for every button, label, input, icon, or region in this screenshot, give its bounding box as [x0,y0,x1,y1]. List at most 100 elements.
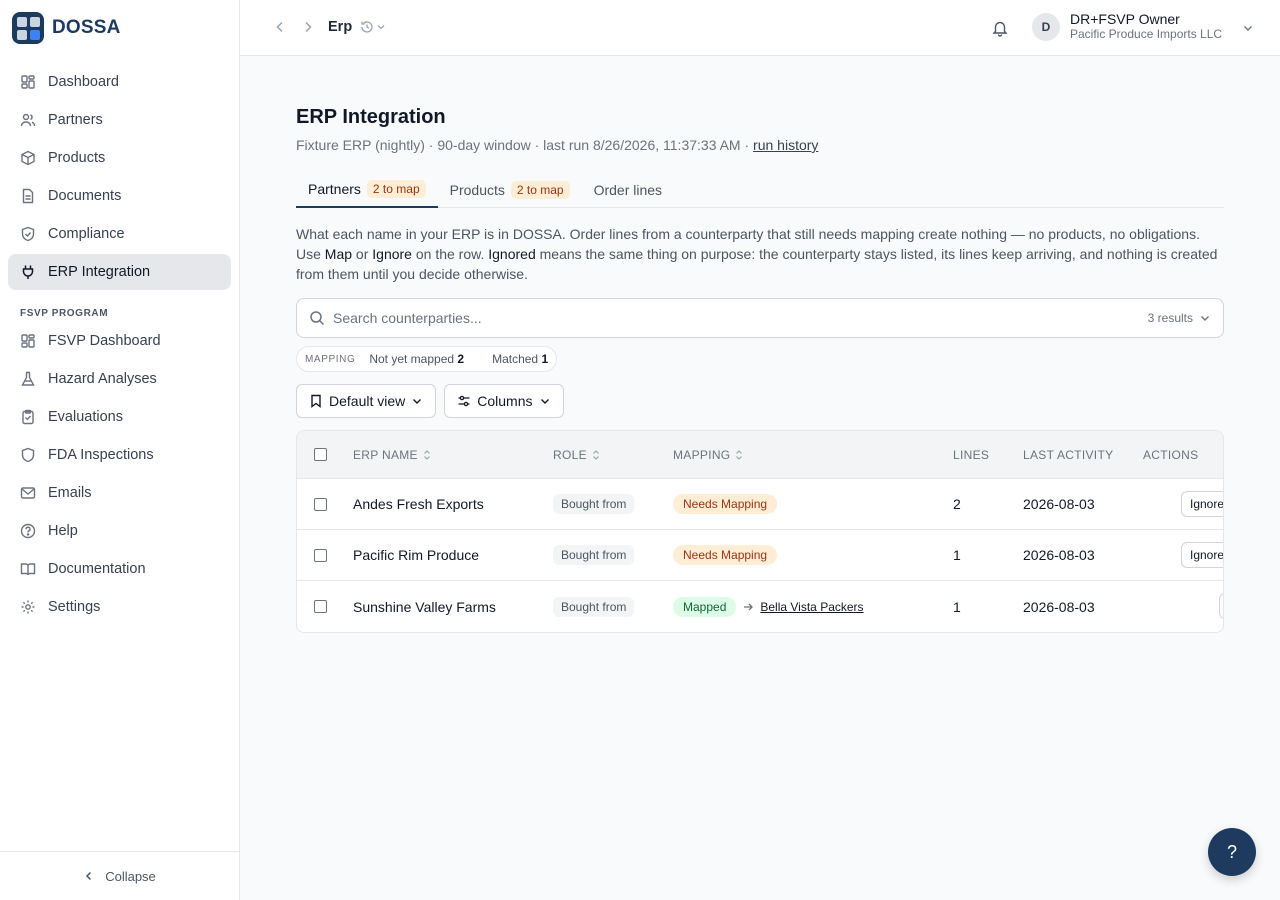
sidebar-item-dashboard[interactable]: Dashboard [8,64,231,100]
user-menu[interactable]: D DR+FSVP Owner Pacific Produce Imports … [1032,12,1222,41]
table-header: ERP NAME ROLE MAPPING LINES LAST ACTIVIT… [297,431,1223,479]
sidebar-item-label: Hazard Analyses [48,371,157,387]
table-row: Andes Fresh Exports Bought from Needs Ma… [297,479,1223,530]
main-content: ERP Integration Fixture ERP (nightly) · … [296,56,1224,633]
row-checkbox[interactable] [314,600,327,613]
gear-icon [21,600,35,614]
logo-icon [12,12,44,44]
filter-group-label: MAPPING [305,353,356,365]
mapped-partner-link[interactable]: Bella Vista Packers [760,600,863,614]
sliders-icon [458,395,470,407]
column-header-role[interactable]: ROLE [553,448,601,462]
ignore-button[interactable]: Ignore [1181,542,1223,568]
back-arrow-icon[interactable] [272,19,288,35]
search-bar: 3 results [296,298,1224,338]
dashboard-icon [21,75,35,89]
default-view-button[interactable]: Default view [296,384,437,418]
filter-matched[interactable]: Matched 1 [492,352,548,366]
filter-label: Matched [492,352,539,366]
filter-count: 1 [541,352,549,366]
columns-button[interactable]: Columns [444,384,564,418]
header-label: ERP NAME [353,447,418,462]
sort-icon [423,449,430,460]
notifications-button[interactable] [991,19,1009,37]
sidebar-item-label: Emails [48,485,92,501]
desc-keyword-map: Map [324,246,353,262]
chevron-down-icon [413,399,422,404]
page-title: ERP Integration [296,106,446,128]
sidebar-item-products[interactable]: Products [8,140,231,176]
main-nav: Dashboard Partners Products Documents Co… [0,56,239,625]
sidebar-item-erp-integration[interactable]: ERP Integration [8,254,231,290]
tab-products[interactable]: Products 2 to map [438,171,582,208]
sidebar-item-documents[interactable]: Documents [8,178,231,214]
search-input[interactable] [333,310,1140,326]
forward-arrow-icon[interactable] [300,19,316,35]
table-row: Sunshine Valley Farms Bought from Mapped… [297,581,1223,632]
results-dropdown[interactable]: 3 results [1148,311,1211,325]
lines-cell: 1 [953,547,961,563]
sidebar-item-label: ERP Integration [48,264,151,280]
sidebar-item-label: FDA Inspections [48,447,154,463]
filter-not-yet-mapped[interactable]: Not yet mapped 2 [369,352,464,366]
tab-order-lines[interactable]: Order lines [582,171,674,208]
columns-label: Columns [477,393,533,409]
mapping-status-badge: Needs Mapping [673,494,778,514]
sidebar-item-label: FSVP Dashboard [48,333,161,349]
sidebar-item-label: Evaluations [48,409,123,425]
fsvp-section-label: FSVP PROGRAM [20,308,109,319]
desc-keyword-ignore: Ignore [372,246,412,262]
run-history-link[interactable]: run history [753,137,818,153]
sidebar-item-documentation[interactable]: Documentation [8,551,231,587]
sidebar-item-emails[interactable]: Emails [8,475,231,511]
tab-partners[interactable]: Partners 2 to map [296,171,438,208]
ignore-button[interactable]: Ignore [1181,491,1223,517]
chevron-down-icon[interactable] [1242,22,1254,34]
avatar: D [1032,12,1060,41]
column-header-erp-name[interactable]: ERP NAME [353,448,432,462]
file-icon [22,188,34,204]
desc-text: or [352,246,373,262]
chevron-left-icon [86,871,92,881]
tab-label: Partners [308,180,361,197]
sidebar-item-label: Partners [48,112,103,128]
row-action-button[interactable] [1219,593,1223,619]
user-org: Pacific Produce Imports LLC [1070,27,1223,41]
table-row: Pacific Rim Produce Bought from Needs Ma… [297,530,1223,581]
lines-cell: 2 [953,496,961,512]
sidebar-item-label: Documentation [48,561,146,577]
help-fab-button[interactable]: ? [1208,828,1256,876]
sort-icon [592,449,599,460]
select-all-checkbox[interactable] [314,448,327,461]
erp-name-cell: Andes Fresh Exports [353,496,484,512]
sidebar: DOSSA Dashboard Partners Products Docume… [0,0,240,900]
filter-label: Not yet mapped [369,352,455,366]
sidebar-item-settings[interactable]: Settings [8,589,231,625]
user-name: DR+FSVP Owner [1070,11,1180,27]
mapping-status-badge: Mapped [673,596,737,617]
sidebar-item-compliance[interactable]: Compliance [8,216,231,252]
collapse-button[interactable]: Collapse [0,851,239,900]
role-badge: Bought from [553,494,635,514]
chevron-down-icon [1201,316,1209,321]
row-checkbox[interactable] [314,548,327,562]
recent-history-button[interactable] [360,20,386,34]
erp-name-cell: Sunshine Valley Farms [353,598,496,615]
sidebar-item-fda-inspections[interactable]: FDA Inspections [8,437,231,473]
column-header-last-activity: LAST ACTIVITY [1023,447,1114,462]
sidebar-item-evaluations[interactable]: Evaluations [8,399,231,435]
bell-icon [992,21,1008,37]
row-checkbox[interactable] [314,497,327,511]
sidebar-item-help[interactable]: Help [8,513,231,549]
history-nav [272,19,316,35]
sidebar-item-fsvp-dashboard[interactable]: FSVP Dashboard [8,323,231,359]
header-label: MAPPING [673,447,731,462]
sidebar-item-label: Compliance [48,226,125,242]
column-header-mapping[interactable]: MAPPING [673,448,744,462]
sidebar-item-label: Settings [48,599,101,615]
tab-badge: 2 to map [510,180,570,199]
sidebar-item-hazard-analyses[interactable]: Hazard Analyses [8,361,231,397]
sidebar-item-partners[interactable]: Partners [8,102,231,138]
mail-icon [20,487,36,499]
brand[interactable]: DOSSA [0,0,239,56]
